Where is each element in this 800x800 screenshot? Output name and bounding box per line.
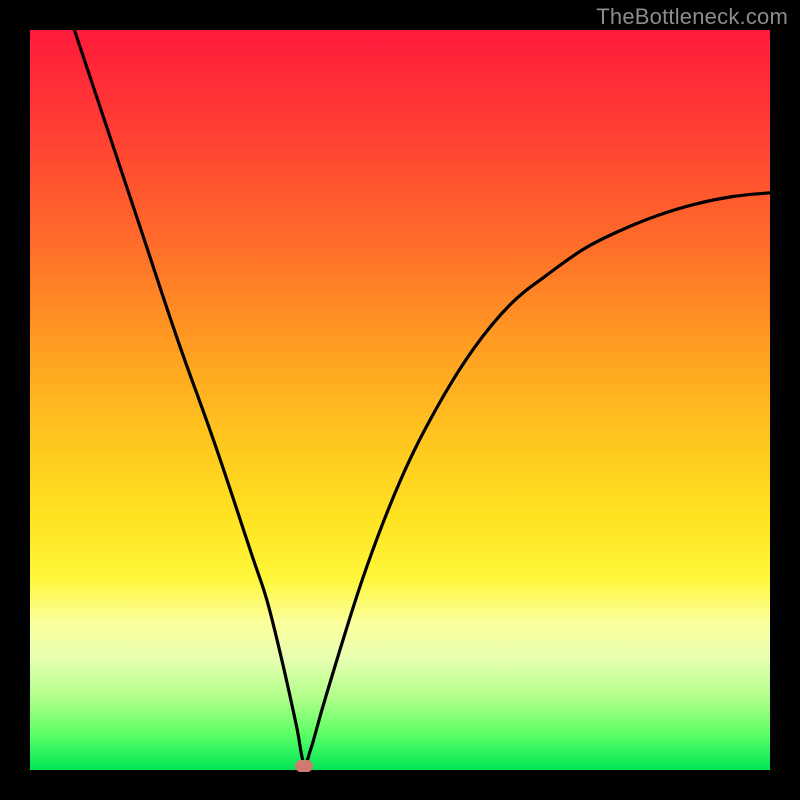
optimum-marker [295, 760, 313, 772]
plot-area [30, 30, 770, 770]
bottleneck-curve [30, 30, 770, 770]
chart-frame: TheBottleneck.com [0, 0, 800, 800]
watermark-text: TheBottleneck.com [596, 4, 788, 30]
